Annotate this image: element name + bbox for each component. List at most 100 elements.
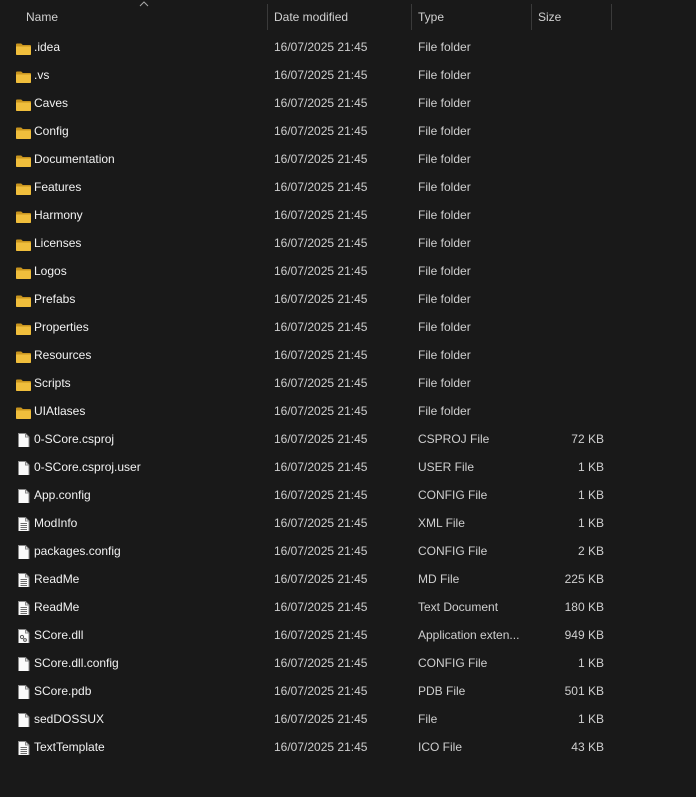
file-row[interactable]: ReadMe 16/07/2025 21:45 MD File 225 KB xyxy=(0,565,696,593)
file-date-modified: 16/07/2025 21:45 xyxy=(274,544,368,558)
file-date-modified: 16/07/2025 21:45 xyxy=(274,96,368,110)
column-divider[interactable] xyxy=(611,4,612,30)
file-row[interactable]: Config 16/07/2025 21:45 File folder xyxy=(0,117,696,145)
file-size xyxy=(532,33,604,61)
file-size xyxy=(532,201,604,229)
file-type: File folder xyxy=(418,376,471,390)
file-type: File xyxy=(418,712,438,726)
file-row[interactable]: .vs 16/07/2025 21:45 File folder xyxy=(0,61,696,89)
file-row[interactable]: 0-SCore.csproj.user 16/07/2025 21:45 USER … xyxy=(0,453,696,481)
file-row[interactable]: Features 16/07/2025 21:45 File folder xyxy=(0,173,696,201)
file-row[interactable]: 0-SCore.csproj 16/07/2025 21:45 CSPROJ Fil… xyxy=(0,425,696,453)
file-name: SCore.dll xyxy=(34,628,84,642)
text-file-icon xyxy=(15,739,32,755)
file-name: 0-SCore.csproj xyxy=(34,432,115,446)
dll-file-icon xyxy=(15,627,32,643)
file-row[interactable]: SCore.dll 16/07/2025 21:45 Application ext… xyxy=(0,621,696,649)
column-header-date-modified[interactable]: Date modified xyxy=(268,4,410,30)
file-size xyxy=(532,341,604,369)
file-name: Resources xyxy=(34,348,92,362)
file-row[interactable]: .idea 16/07/2025 21:45 File folder xyxy=(0,33,696,61)
file-date-modified: 16/07/2025 21:45 xyxy=(274,264,368,278)
column-header-size[interactable]: Size xyxy=(532,4,610,30)
file-row[interactable]: Caves 16/07/2025 21:45 File folder xyxy=(0,89,696,117)
file-date-modified: 16/07/2025 21:45 xyxy=(274,516,368,530)
file-type: CSPROJ File xyxy=(418,432,490,446)
file-row[interactable]: Harmony 16/07/2025 21:45 File folder xyxy=(0,201,696,229)
file-row[interactable]: ModInfo 16/07/2025 21:45 XML File 1 KB xyxy=(0,509,696,537)
file-name: packages.config xyxy=(34,544,121,558)
file-date-modified: 16/07/2025 21:45 xyxy=(274,712,368,726)
file-date-modified: 16/07/2025 21:45 xyxy=(274,180,368,194)
file-row[interactable]: Properties 16/07/2025 21:45 File folder xyxy=(0,313,696,341)
file-name: ReadMe xyxy=(34,600,80,614)
folder-icon xyxy=(15,291,32,307)
file-type: File folder xyxy=(418,236,471,250)
file-size xyxy=(532,117,604,145)
file-date-modified: 16/07/2025 21:45 xyxy=(274,208,368,222)
file-date-modified: 16/07/2025 21:45 xyxy=(274,292,368,306)
file-size: 180 KB xyxy=(564,600,604,614)
file-size: 1 KB xyxy=(577,488,604,502)
file-icon xyxy=(15,655,32,671)
text-file-icon xyxy=(15,515,32,531)
file-type: Text Document xyxy=(418,600,499,614)
file-date-modified: 16/07/2025 21:45 xyxy=(274,404,368,418)
file-name: Documentation xyxy=(34,152,115,166)
file-row[interactable]: TextTemplate 16/07/2025 21:45 ICO File 43 K… xyxy=(0,733,696,761)
file-size: 1 KB xyxy=(577,656,604,670)
file-name: ReadMe xyxy=(34,572,80,586)
file-type: File folder xyxy=(418,96,471,110)
file-size: 72 KB xyxy=(571,432,604,446)
file-name: sedDOSSUX xyxy=(34,712,105,726)
file-date-modified: 16/07/2025 21:45 xyxy=(274,124,368,138)
file-row[interactable]: Resources 16/07/2025 21:45 File folder xyxy=(0,341,696,369)
column-header-name[interactable]: Name xyxy=(20,4,266,30)
file-name: TextTemplate xyxy=(34,740,105,754)
file-row[interactable]: SCore.pdb 16/07/2025 21:45 PDB File 501 KB xyxy=(0,677,696,705)
file-size xyxy=(532,89,604,117)
folder-icon xyxy=(15,123,32,139)
file-date-modified: 16/07/2025 21:45 xyxy=(274,236,368,250)
file-row[interactable]: Prefabs 16/07/2025 21:45 File folder xyxy=(0,285,696,313)
file-name: Prefabs xyxy=(34,292,76,306)
file-name: App.config xyxy=(34,488,91,502)
file-row[interactable]: App.config 16/07/2025 21:45 CONFIG File 1 K… xyxy=(0,481,696,509)
file-row[interactable]: ReadMe 16/07/2025 21:45 Text Document 180 K… xyxy=(0,593,696,621)
file-size: 43 KB xyxy=(571,740,604,754)
folder-icon xyxy=(15,319,32,335)
file-name: .vs xyxy=(34,68,50,82)
file-row[interactable]: SCore.dll.config 16/07/2025 21:45 CONFIG F… xyxy=(0,649,696,677)
file-type: File folder xyxy=(418,348,471,362)
file-name: UIAtlases xyxy=(34,404,86,418)
file-date-modified: 16/07/2025 21:45 xyxy=(274,152,368,166)
file-date-modified: 16/07/2025 21:45 xyxy=(274,348,368,362)
file-row[interactable]: Scripts 16/07/2025 21:45 File folder xyxy=(0,369,696,397)
file-row[interactable]: Logos 16/07/2025 21:45 File folder xyxy=(0,257,696,285)
file-date-modified: 16/07/2025 21:45 xyxy=(274,68,368,82)
folder-icon xyxy=(15,67,32,83)
folder-icon xyxy=(15,179,32,195)
text-file-icon xyxy=(15,571,32,587)
file-icon xyxy=(15,711,32,727)
column-header-type[interactable]: Type xyxy=(412,4,530,30)
file-row[interactable]: Documentation 16/07/2025 21:45 File folder xyxy=(0,145,696,173)
file-row[interactable]: UIAtlases 16/07/2025 21:45 File folder xyxy=(0,397,696,425)
file-row[interactable]: Licenses 16/07/2025 21:45 File folder xyxy=(0,229,696,257)
file-date-modified: 16/07/2025 21:45 xyxy=(274,572,368,586)
file-name: Features xyxy=(34,180,82,194)
file-size xyxy=(532,229,604,257)
file-type: File folder xyxy=(418,208,471,222)
file-name: SCore.dll.config xyxy=(34,656,119,670)
file-row[interactable]: packages.config 16/07/2025 21:45 CONFIG Fi… xyxy=(0,537,696,565)
text-file-icon xyxy=(15,599,32,615)
file-type: CONFIG File xyxy=(418,488,488,502)
file-date-modified: 16/07/2025 21:45 xyxy=(274,684,368,698)
file-date-modified: 16/07/2025 21:45 xyxy=(274,460,368,474)
file-explorer: Name Date modified Type Size .idea 16/07/… xyxy=(0,0,696,797)
file-type: File folder xyxy=(418,152,471,166)
folder-icon xyxy=(15,375,32,391)
file-size: 225 KB xyxy=(564,572,604,586)
file-row[interactable]: sedDOSSUX 16/07/2025 21:45 File 1 KB xyxy=(0,705,696,733)
file-date-modified: 16/07/2025 21:45 xyxy=(274,376,368,390)
